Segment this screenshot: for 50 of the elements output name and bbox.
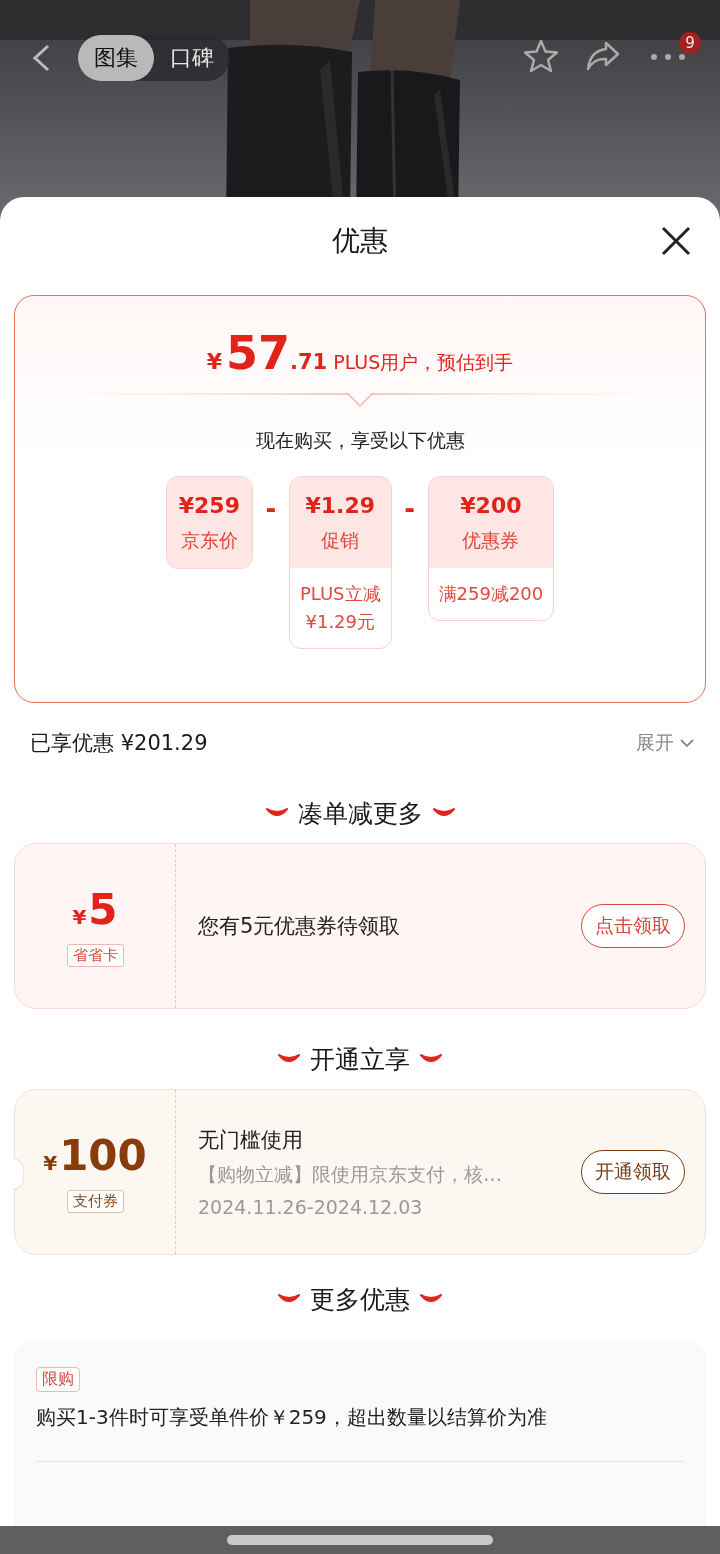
- minus-sign: -: [403, 494, 416, 524]
- price-integer: 57: [226, 326, 290, 380]
- back-icon[interactable]: [30, 44, 52, 72]
- component-amount: ¥200: [460, 493, 522, 518]
- minus-sign: -: [264, 494, 278, 524]
- currency-sign: ¥: [43, 1151, 58, 1175]
- component-label: 促销: [321, 528, 360, 553]
- coupon-amount: 100: [59, 1131, 147, 1180]
- coupon-tag: 支付券: [66, 1190, 124, 1213]
- saved-amount: 已享优惠 ¥201.29: [30, 730, 208, 757]
- component-label: 京东价: [180, 528, 238, 553]
- section-heading: 更多优惠: [310, 1283, 410, 1316]
- offer-text: 购买1-3件时可享受单件价￥259，超出数量以结算价为准: [36, 1404, 547, 1431]
- smile-icon: [432, 807, 455, 819]
- smile-icon: [265, 807, 288, 819]
- smile-icon: [420, 1293, 442, 1305]
- smile-icon: [278, 1293, 300, 1305]
- coupon-description: 【购物立减】限使用京东支付，核…: [198, 1162, 503, 1187]
- star-icon[interactable]: [522, 38, 560, 74]
- currency-sign: ¥: [206, 349, 222, 374]
- component-detail: ¥1.29元: [305, 610, 375, 634]
- price-caption: PLUS用户，预估到手: [333, 350, 514, 375]
- offer-tag: 限购: [36, 1367, 80, 1392]
- claim-button[interactable]: 开通领取: [581, 1150, 685, 1194]
- section-heading: 凑单减更多: [297, 797, 423, 830]
- chevron-down-icon: [680, 738, 694, 748]
- component-detail: PLUS立减: [299, 582, 381, 606]
- coupon-title: 您有5元优惠券待领取: [198, 913, 402, 940]
- discount-subtitle: 现在购买，享受以下优惠: [255, 428, 465, 453]
- coupon-tag: 省省卡: [66, 944, 124, 967]
- more-icon[interactable]: [650, 53, 686, 61]
- component-detail: 满259减200: [438, 582, 544, 606]
- share-icon[interactable]: [585, 40, 621, 72]
- currency-sign: ¥: [72, 905, 87, 929]
- sheet-title: 优惠: [332, 223, 388, 259]
- expand-button[interactable]: 展开: [636, 730, 694, 756]
- claim-button[interactable]: 点击领取: [581, 904, 685, 948]
- close-icon[interactable]: [660, 225, 692, 257]
- component-amount: ¥259: [178, 493, 240, 518]
- price-decimal: .71: [290, 350, 328, 374]
- section-heading: 开通立享: [310, 1043, 410, 1076]
- smile-icon: [278, 1053, 300, 1065]
- smile-icon: [420, 1053, 442, 1065]
- tab[interactable]: 口碑: [154, 35, 230, 81]
- coupon-amount: 5: [88, 885, 118, 934]
- coupon-title: 无门槛使用: [198, 1127, 304, 1154]
- coupon-dates: 2024.11.26-2024.12.03: [198, 1196, 424, 1218]
- component-label: 优惠券: [462, 528, 520, 553]
- tab[interactable]: 图集: [78, 35, 154, 81]
- component-amount: ¥1.29: [305, 493, 376, 518]
